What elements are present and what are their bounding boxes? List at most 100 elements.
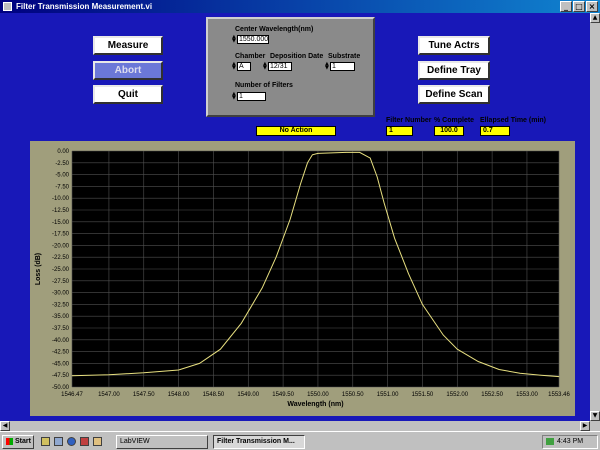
horizontal-scrollbar[interactable]: ◀ ▶ [0,421,600,431]
browser-icon[interactable] [67,437,76,446]
y-tick-label: -35.00 [52,314,70,320]
tray-icon[interactable] [546,437,554,445]
quit-button[interactable]: Quit [93,85,163,104]
x-tick-label: 1550.00 [307,392,329,398]
data-point [261,287,263,289]
chamber-label: Chamber [235,53,266,60]
number-of-filters-field[interactable]: 1 [237,92,266,101]
data-point [220,348,221,350]
define-scan-button[interactable]: Define Scan [418,85,490,104]
x-tick-label: 1548.00 [168,392,190,398]
scroll-up-arrow-icon[interactable]: ▲ [590,13,600,23]
desktop-icon[interactable] [41,437,50,446]
data-point [331,152,333,154]
start-label: Start [15,438,31,445]
y-axis-title: Loss (dB) [35,253,42,285]
minimize-button[interactable]: _ [560,1,572,12]
window-title: Filter Transmission Measurement.vi [16,2,153,11]
center-wavelength-spin-icon[interactable]: ▲ ▼ [232,35,236,44]
tune-actrs-button[interactable]: Tune Actrs [418,36,490,55]
scroll-left-arrow-icon[interactable]: ◀ [0,421,10,431]
maximize-button[interactable]: □ [573,1,585,12]
y-tick-label: -50.00 [52,385,70,391]
channels-icon[interactable] [93,437,102,446]
x-tick-label: 1549.00 [237,392,259,398]
elapsed-time-label: Ellapsed Time (min) [480,117,546,124]
y-tick-label: -2.50 [55,161,69,167]
data-point [312,154,313,156]
window-title-bar[interactable]: Filter Transmission Measurement.vi _ □ × [0,0,600,13]
deposition-date-field[interactable]: 12/31 [268,62,292,71]
taskbar: Start LabVIEW Filter Transmission M... 4… [0,431,600,450]
data-point [317,153,319,154]
center-wavelength-field[interactable]: 1550.000 [237,35,269,44]
y-tick-label: -15.00 [52,220,70,226]
data-point [383,202,385,204]
action-status-indicator: No Action [256,126,336,136]
chamber-field[interactable]: A [237,62,251,71]
y-tick-label: -42.50 [52,350,70,356]
percent-complete-indicator: 100.0 [434,126,464,136]
app-icon [3,2,12,11]
y-tick-label: -5.00 [55,173,69,179]
data-point [359,152,361,153]
x-tick-label: 1552.50 [481,392,503,398]
taskbar-item-filter-transmission[interactable]: Filter Transmission M... [213,435,305,449]
number-of-filters-spin-icon[interactable]: ▲ ▼ [232,92,236,101]
start-button[interactable]: Start [2,435,34,449]
chamber-spin-icon[interactable]: ▲ ▼ [232,62,236,71]
loss-spectrum-chart: 1546.47 1547.00 1547.50 1548.00 1548.50 1549.… [35,149,571,408]
data-point [519,373,521,374]
vertical-scrollbar[interactable]: ▲ ▼ [590,13,600,421]
y-tick-label: -20.00 [52,243,70,249]
data-point [477,361,479,362]
close-button[interactable]: × [586,1,598,12]
y-tick-label: -30.00 [52,291,70,297]
measure-button[interactable]: Measure [93,36,163,55]
data-point [422,304,423,305]
y-tick-label: -37.50 [52,326,70,332]
y-tick-label: -40.00 [52,338,70,344]
x-axis-title: Wavelength (nm) [287,401,343,408]
x-tick-label: 1553.46 [548,392,570,398]
y-tick-label: -12.50 [52,208,70,214]
deposition-date-label: Deposition Date [270,53,324,60]
x-tick-label: 1551.00 [377,392,399,398]
percent-complete-label: % Complete [434,117,475,124]
explorer-icon[interactable] [54,437,63,446]
y-tick-label: -47.50 [52,373,70,379]
y-tick-label: -10.00 [52,196,70,202]
elapsed-time-indicator: 0.7 [480,126,510,136]
data-point [498,369,500,370]
data-point [241,323,242,324]
substrate-field[interactable]: 1 [330,62,355,71]
y-tick-label: -7.50 [55,184,69,190]
x-tick-label: 1546.47 [61,392,83,398]
number-of-filters-label: Number of Filters [235,82,293,89]
define-tray-button[interactable]: Define Tray [418,61,490,80]
clock: 4:43 PM [557,438,584,445]
x-tick-label: 1551.50 [412,392,434,398]
scroll-down-arrow-icon[interactable]: ▼ [590,411,600,421]
data-point [394,238,395,239]
data-point [275,256,277,258]
taskbar-item-labview[interactable]: LabVIEW [116,435,208,449]
mail-icon[interactable] [80,437,89,446]
data-point [178,369,179,371]
scroll-right-arrow-icon[interactable]: ▶ [580,421,590,431]
substrate-spin-icon[interactable]: ▲ ▼ [325,62,329,71]
y-tick-label: -22.50 [52,255,70,261]
deposition-date-spin-icon[interactable]: ▲ ▼ [263,62,267,71]
data-point [345,152,347,153]
y-tick-label: -17.50 [52,232,70,238]
x-tick-label: 1552.00 [446,392,468,398]
abort-button[interactable]: Abort [93,61,163,80]
window-controls: _ □ × [560,1,598,12]
data-point [199,363,200,364]
x-tick-label: 1550.50 [342,392,364,398]
x-tick-label: 1548.50 [203,392,225,398]
center-wavelength-label: Center Wavelength(nm) [235,26,314,33]
substrate-label: Substrate [328,53,361,60]
data-point [457,348,458,350]
x-tick-label: 1547.50 [133,392,155,398]
